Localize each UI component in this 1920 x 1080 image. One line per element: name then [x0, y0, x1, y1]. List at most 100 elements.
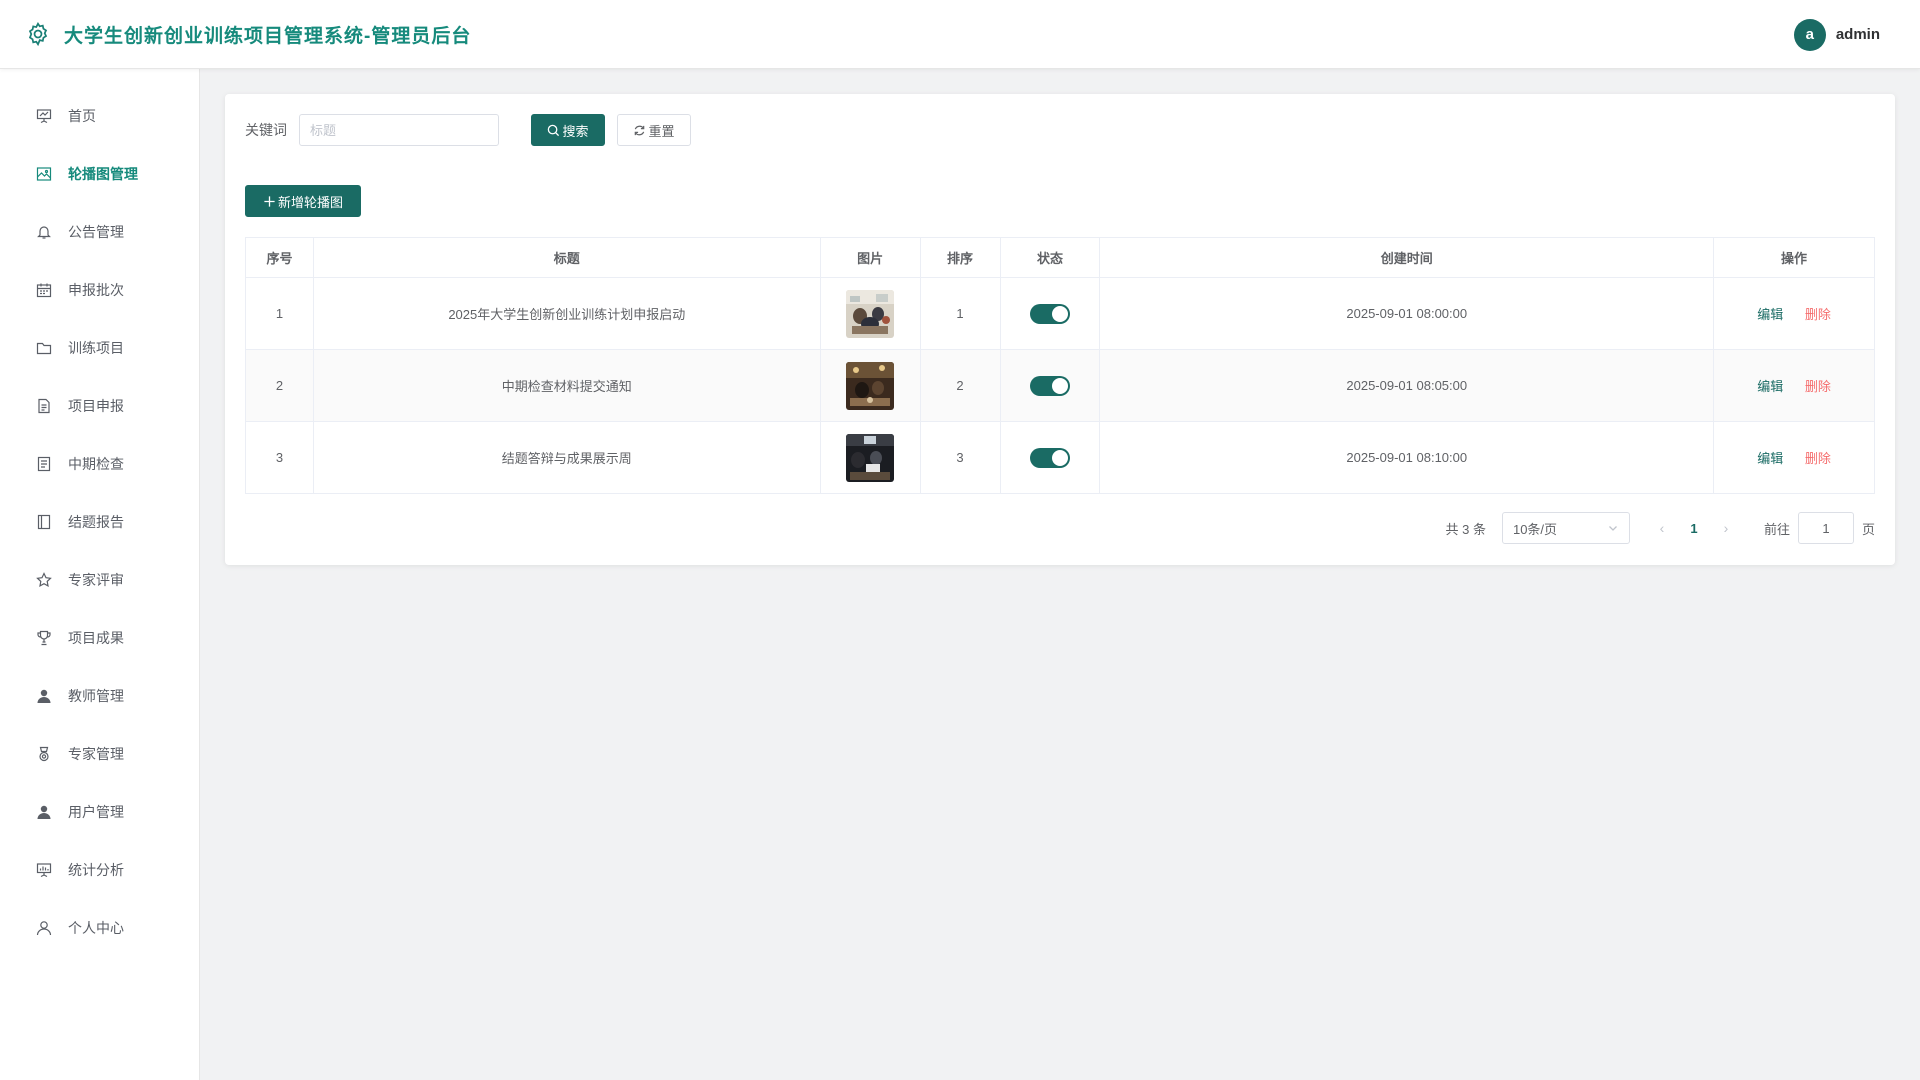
- prev-page-button[interactable]: ‹: [1646, 520, 1678, 536]
- table-header-row: 序号 标题 图片 排序 状态 创建时间 操作: [245, 237, 1875, 278]
- add-carousel-button[interactable]: 新增轮播图: [245, 185, 361, 217]
- reset-button-label: 重置: [648, 123, 675, 139]
- add-button-label: 新增轮播图: [277, 194, 343, 210]
- cell-sort: 3: [920, 421, 1001, 494]
- cell-index: 3: [245, 421, 314, 494]
- sidebar-item-carousel[interactable]: 轮播图管理: [0, 145, 199, 203]
- sidebar-item-label: 用户管理: [68, 804, 124, 820]
- col-header-title: 标题: [313, 237, 821, 278]
- search-form: 关键词 搜索 重置: [245, 114, 691, 146]
- status-toggle[interactable]: [1029, 303, 1070, 324]
- notebook-icon: [34, 512, 54, 532]
- plus-icon: [264, 195, 275, 207]
- user-filled-icon: [34, 802, 54, 822]
- checklist-icon: [34, 454, 54, 474]
- sidebar-item-label: 个人中心: [68, 920, 124, 936]
- sidebar-item-projects[interactable]: 训练项目: [0, 319, 199, 377]
- goto-page-input[interactable]: [1797, 512, 1854, 544]
- gear-icon: [24, 20, 52, 48]
- cell-created: 2025-09-01 08:10:00: [1099, 421, 1715, 494]
- sidebar-item-label: 轮播图管理: [68, 166, 138, 182]
- top-header: 大学生创新创业训练项目管理系统-管理员后台 a admin: [0, 0, 1920, 69]
- edit-link[interactable]: 编辑: [1757, 379, 1783, 394]
- col-header-sort: 排序: [920, 237, 1001, 278]
- reset-button[interactable]: 重置: [617, 114, 691, 146]
- table-row: 1 2025年大学生创新创业训练计划申报启动 1 2025-09-01 08:0…: [245, 277, 1875, 350]
- col-header-image: 图片: [820, 237, 921, 278]
- username[interactable]: admin: [1836, 26, 1880, 43]
- sidebar-item-teachers[interactable]: 教师管理: [0, 667, 199, 725]
- sidebar-item-label: 申报批次: [68, 282, 124, 298]
- search-input[interactable]: [299, 114, 499, 146]
- image-icon: [34, 164, 54, 184]
- sidebar-item-achievements[interactable]: 项目成果: [0, 609, 199, 667]
- sidebar-item-profile[interactable]: 个人中心: [0, 899, 199, 957]
- edit-link[interactable]: 编辑: [1757, 307, 1783, 322]
- page-number-current[interactable]: 1: [1678, 521, 1710, 536]
- delete-link[interactable]: 删除: [1805, 379, 1831, 394]
- sidebar-item-midterm[interactable]: 中期检查: [0, 435, 199, 493]
- sidebar-item-label: 专家管理: [68, 746, 124, 762]
- document-icon: [34, 396, 54, 416]
- folder-icon: [34, 338, 54, 358]
- user-outline-icon: [34, 918, 54, 938]
- sidebar-item-label: 统计分析: [68, 862, 124, 878]
- carousel-thumbnail[interactable]: [846, 361, 895, 410]
- cell-sort: 2: [920, 349, 1001, 422]
- user-filled-icon: [34, 686, 54, 706]
- page-size-value: 10条/页: [1512, 521, 1558, 537]
- sidebar-item-experts[interactable]: 专家管理: [0, 725, 199, 783]
- cell-title: 结题答辩与成果展示周: [313, 421, 821, 494]
- app-title: 大学生创新创业训练项目管理系统-管理员后台: [64, 25, 472, 47]
- carousel-thumbnail[interactable]: [846, 433, 895, 482]
- cell-title: 中期检查材料提交通知: [313, 349, 821, 422]
- calendar-icon: [34, 280, 54, 300]
- bell-icon: [34, 222, 54, 242]
- delete-link[interactable]: 删除: [1805, 307, 1831, 322]
- search-button-label: 搜索: [562, 123, 589, 139]
- sidebar-item-announcements[interactable]: 公告管理: [0, 203, 199, 261]
- chevron-down-icon: [1609, 526, 1617, 531]
- cell-created: 2025-09-01 08:00:00: [1099, 277, 1715, 350]
- keyword-label: 关键词: [245, 122, 287, 138]
- delete-link[interactable]: 删除: [1805, 451, 1831, 466]
- status-toggle[interactable]: [1029, 375, 1070, 396]
- table-row: 2 中期检查材料提交通知 2 2025-09-01 08:05:00 编辑 删除: [245, 349, 1875, 422]
- next-page-button[interactable]: ›: [1710, 520, 1742, 536]
- page-size-select[interactable]: 10条/页: [1501, 512, 1630, 544]
- table-row: 3 结题答辩与成果展示周 3 2025-09-01 08:10:00 编辑 删除: [245, 421, 1875, 494]
- cell-title: 2025年大学生创新创业训练计划申报启动: [313, 277, 821, 350]
- sidebar-item-label: 中期检查: [68, 456, 124, 472]
- total-count: 共 3 条: [1445, 521, 1486, 537]
- sidebar-item-expert-review[interactable]: 专家评审: [0, 551, 199, 609]
- sidebar-item-label: 首页: [68, 108, 96, 124]
- cell-sort: 1: [920, 277, 1001, 350]
- cell-index: 1: [245, 277, 314, 350]
- search-icon: [548, 124, 560, 136]
- status-toggle[interactable]: [1029, 447, 1070, 468]
- avatar[interactable]: a: [1793, 18, 1826, 51]
- sidebar-item-home[interactable]: 首页: [0, 87, 199, 145]
- sidebar-item-label: 专家评审: [68, 572, 124, 588]
- search-button[interactable]: 搜索: [531, 114, 605, 146]
- sidebar-item-batches[interactable]: 申报批次: [0, 261, 199, 319]
- sidebar-item-final-report[interactable]: 结题报告: [0, 493, 199, 551]
- chart-board-icon: [34, 860, 54, 880]
- edit-link[interactable]: 编辑: [1757, 451, 1783, 466]
- goto-suffix: 页: [1861, 521, 1875, 537]
- carousel-thumbnail[interactable]: [846, 289, 895, 338]
- sidebar-item-label: 结题报告: [68, 514, 124, 530]
- sidebar-item-statistics[interactable]: 统计分析: [0, 841, 199, 899]
- sidebar: 首页 轮播图管理 公告管理 申报批次 训练项目 项目申报 中期检查 结题报告 专…: [0, 69, 200, 1080]
- col-header-actions: 操作: [1713, 237, 1875, 278]
- carousel-table: 序号 标题 图片 排序 状态 创建时间 操作 1 2025年大学生创新创业训练计…: [245, 237, 1875, 494]
- sidebar-item-users[interactable]: 用户管理: [0, 783, 199, 841]
- sidebar-item-label: 训练项目: [68, 340, 124, 356]
- sidebar-item-label: 公告管理: [68, 224, 124, 240]
- goto-label: 前往: [1763, 521, 1790, 537]
- cell-index: 2: [245, 349, 314, 422]
- presentation-icon: [34, 106, 54, 126]
- user-menu[interactable]: a admin: [1793, 0, 1880, 69]
- sidebar-item-applications[interactable]: 项目申报: [0, 377, 199, 435]
- sidebar-item-label: 教师管理: [68, 688, 124, 704]
